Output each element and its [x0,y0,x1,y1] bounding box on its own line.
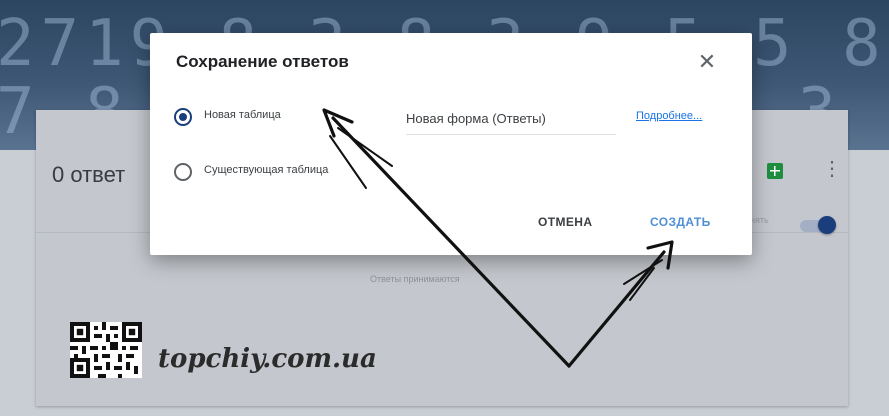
more-info-link[interactable]: Подробнее... [636,110,702,122]
create-button[interactable]: СОЗДАТЬ [650,215,711,229]
radio-new-table[interactable] [174,108,192,126]
accepting-responses-label: нять [750,215,769,225]
sheets-icon[interactable] [767,163,783,179]
accepting-toggle-thumb[interactable] [818,216,836,234]
watermark-text: topchiy.com.ua [158,344,377,374]
dialog-title: Сохранение ответов [176,52,349,71]
option-new-table-label: Новая таблица [204,109,281,121]
spreadsheet-name-input[interactable] [406,106,616,135]
qr-code-icon [70,322,142,378]
close-icon[interactable]: ✕ [692,47,722,77]
more-vert-icon[interactable]: ⋮ [822,158,842,180]
status-text: Ответы принимаются [370,274,460,284]
responses-count: 0 ответ [52,162,126,187]
option-existing-table-label: Существующая таблица [204,164,329,176]
cancel-button[interactable]: ОТМЕНА [538,215,592,229]
save-responses-dialog: Сохранение ответов ✕ Новая таблица Подро… [150,33,752,255]
radio-existing-table[interactable] [174,163,192,181]
